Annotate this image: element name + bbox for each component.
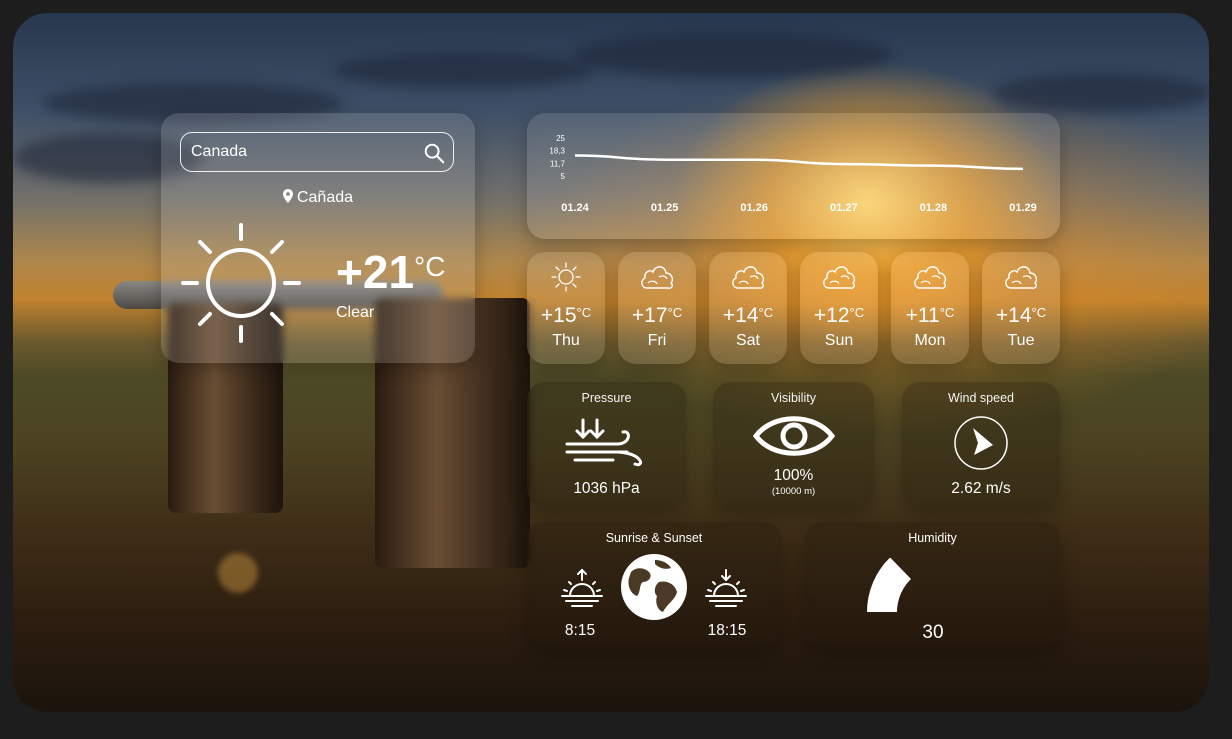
x-tick-label: 01.29 [1009, 202, 1037, 214]
forecast-day: Sun [824, 332, 854, 349]
cloud-icon [823, 266, 856, 289]
x-tick-label: 01.28 [920, 202, 948, 214]
visibility-title: Visibility [771, 391, 816, 405]
wind-speed-value: 2.62 m/s [951, 480, 1011, 497]
cloud-icon [732, 266, 765, 289]
forecast-temperature: +17°C [618, 304, 696, 328]
background-cloud [333, 53, 593, 88]
forecast-day-card: +11°C Mon [891, 252, 969, 364]
map-pin-icon [282, 189, 293, 203]
search-input[interactable] [180, 132, 454, 172]
location-label: Cañada [161, 189, 475, 207]
forecast-day-card: +12°C Sun [800, 252, 878, 364]
forecast-temperature: +15°C [527, 304, 605, 328]
background-cloud [993, 73, 1209, 113]
current-weather-card: Cañada +21°C Clear [161, 113, 475, 363]
forecast-temperature: +12°C [800, 304, 878, 328]
forecast-day: Sat [735, 332, 760, 349]
eye-icon [753, 416, 835, 456]
forecast-day: Fri [647, 332, 667, 349]
search-icon[interactable] [423, 142, 445, 164]
sunrise-time: 8:15 [564, 622, 596, 639]
visibility-detail: (10000 m) [771, 486, 816, 497]
sunset-time: 18:15 [707, 622, 747, 639]
pressure-card: Pressure 1036 hPa [527, 382, 686, 507]
sunrise-icon [561, 568, 603, 607]
forecast-day: Thu [552, 332, 580, 349]
pressure-title: Pressure [581, 391, 632, 405]
y-tick-label: 5 [561, 172, 566, 181]
wind-direction-icon [954, 416, 1008, 470]
forecast-temp-unit: °C [667, 305, 683, 320]
sun-icon [181, 223, 301, 343]
visibility-card: Visibility 100% (10000 m) [713, 382, 874, 507]
forecast-temp-unit: °C [849, 305, 865, 320]
sun-icon [551, 262, 581, 292]
temperature-value: +21 [336, 246, 415, 298]
humidity-value: 30 [922, 622, 944, 643]
visibility-value: 100% [773, 467, 814, 484]
forecast-day: Mon [914, 332, 946, 349]
pressure-value: 1036 hPa [573, 480, 640, 497]
sunrise-sunset-title: Sunrise & Sunset [605, 531, 703, 545]
current-temperature: +21°C [336, 245, 445, 299]
sunrise-sunset-card: Sunrise & Sunset 8:15 18:15 [527, 522, 781, 647]
temperature-chart-card: 25 18,3 11,7 5 01.24 01.25 01.26 01.27 01.28 01.2… [527, 113, 1060, 239]
x-tick-label: 01.26 [740, 202, 768, 214]
forecast-day-card: +15°C Thu [527, 252, 605, 364]
lens-flare [218, 553, 258, 593]
x-tick-label: 01.27 [830, 202, 858, 214]
cloud-icon [914, 266, 947, 289]
forecast-temp-value: +15 [540, 304, 577, 327]
forecast-temp-value: +14 [995, 304, 1032, 327]
forecast-day-card: +14°C Tue [982, 252, 1060, 364]
wind-speed-card: Wind speed 2.62 m/s [902, 382, 1060, 507]
location-name: Cañada [296, 189, 354, 206]
temperature-series-line [574, 154, 1024, 171]
cloud-icon [1005, 266, 1038, 289]
x-tick-label: 01.25 [651, 202, 679, 214]
forecast-day: Tue [1007, 332, 1035, 349]
forecast-day-card: +17°C Fri [618, 252, 696, 364]
forecast-temp-unit: °C [576, 305, 592, 320]
y-tick-label: 18,3 [549, 147, 565, 156]
forecast-temperature: +11°C [891, 304, 969, 328]
globe-icon [621, 554, 687, 620]
forecast-day-card: +14°C Sat [709, 252, 787, 364]
temperature-unit: °C [414, 251, 446, 282]
y-tick-label: 25 [556, 134, 565, 143]
background-cloud [573, 33, 893, 78]
humidity-title: Humidity [908, 531, 957, 545]
forecast-temp-value: +11 [905, 304, 940, 327]
forecast-temperature: +14°C [709, 304, 787, 328]
cloud-icon [641, 266, 674, 289]
weather-condition: Clear [336, 304, 375, 321]
wind-speed-title: Wind speed [947, 391, 1014, 405]
forecast-temp-value: +17 [631, 304, 668, 327]
humidity-gauge-fill [867, 558, 911, 612]
forecast-temp-unit: °C [758, 305, 774, 320]
humidity-card: Humidity 30 [805, 522, 1060, 647]
temperature-chart: 25 18,3 11,7 5 01.24 01.25 01.26 01.27 01.28 01.2… [549, 134, 1037, 214]
y-tick-label: 11,7 [550, 159, 566, 168]
forecast-temp-value: +12 [813, 304, 850, 327]
forecast-temperature: +14°C [982, 304, 1060, 328]
pressure-wind-icon [565, 418, 642, 467]
x-tick-label: 01.24 [561, 202, 589, 214]
sunset-icon [705, 569, 747, 607]
forecast-temp-unit: °C [939, 305, 955, 320]
forecast-temp-unit: °C [1031, 305, 1047, 320]
forecast-temp-value: +14 [722, 304, 759, 327]
